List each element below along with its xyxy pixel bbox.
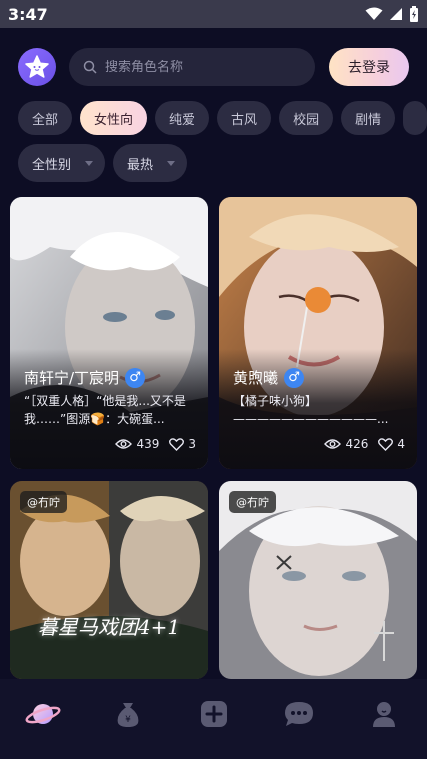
character-description: 【橘子味小狗】 ————————————... — [233, 394, 389, 426]
search-icon — [83, 60, 97, 74]
bottom-nav: ¥ — [0, 679, 427, 759]
tab-all[interactable]: 全部 — [18, 101, 73, 135]
signal-icon — [390, 8, 402, 20]
star-icon — [25, 55, 49, 78]
like-count-value: 3 — [188, 437, 196, 451]
nav-create[interactable] — [171, 679, 256, 759]
sort-filter-label: 最热 — [127, 157, 154, 173]
status-bar: 3:47 — [0, 0, 427, 28]
card-title-art: 暮星马戏团4+1 — [37, 615, 181, 639]
view-count: 426 — [324, 437, 368, 451]
status-icons — [365, 6, 419, 22]
chat-bubble-icon — [284, 702, 313, 726]
character-name: 南轩宁/丁宸明 — [24, 369, 120, 387]
view-count: 439 — [115, 437, 159, 451]
battery-icon — [410, 6, 418, 22]
heart-icon — [378, 437, 394, 451]
nav-wallet[interactable]: ¥ — [85, 679, 170, 759]
character-card[interactable]: 南轩宁/丁宸明 ♂ “［双重人格］“他是我...又不是我……”图源🍞：大碗蛋..… — [10, 197, 208, 469]
character-card[interactable]: 黄煦曦 ♂ 【橘子味小狗】 ————————————... 426 4 — [219, 197, 417, 469]
author-tag: @冇咛 — [229, 491, 276, 513]
eye-icon — [324, 439, 342, 449]
male-icon: ♂ — [125, 367, 146, 388]
tab-story[interactable]: 剧情 — [341, 101, 396, 135]
tab-pure-love[interactable]: 纯爱 — [155, 101, 210, 135]
like-count-value: 4 — [397, 437, 405, 451]
wifi-icon — [365, 7, 383, 20]
search-input[interactable] — [105, 59, 301, 75]
card-stats: 439 3 — [115, 437, 196, 451]
card-stats: 426 4 — [324, 437, 405, 451]
gender-filter-label: 全性别 — [32, 157, 72, 173]
like-count[interactable]: 4 — [378, 437, 405, 451]
chevron-down-icon — [85, 160, 94, 166]
view-count-value: 439 — [136, 437, 160, 451]
gender-filter-dropdown[interactable]: 全性别 — [18, 144, 106, 182]
like-count[interactable]: 3 — [169, 437, 196, 451]
character-name: 黄煦曦 — [233, 369, 279, 387]
character-card[interactable]: @冇咛 — [219, 481, 417, 679]
profile-icon — [373, 702, 396, 727]
category-tabs: 全部 女性向 纯爱 古风 校园 剧情 — [0, 101, 427, 135]
status-time: 3:47 — [8, 4, 48, 24]
login-button[interactable]: 去登录 — [329, 48, 409, 86]
filter-row: 全性别 最热 — [0, 144, 427, 182]
svg-text:¥: ¥ — [125, 715, 131, 725]
eye-icon — [115, 439, 133, 449]
header: 去登录 — [0, 47, 427, 87]
plus-square-icon — [200, 701, 227, 727]
card-name: 南轩宁/丁宸明 ♂ — [24, 367, 146, 388]
male-icon: ♂ — [284, 367, 305, 388]
tab-more[interactable] — [403, 101, 427, 135]
nav-profile[interactable] — [342, 679, 427, 759]
tab-female-oriented[interactable]: 女性向 — [80, 101, 148, 135]
nav-discover[interactable] — [0, 679, 85, 759]
app-logo[interactable] — [18, 48, 56, 86]
chevron-down-icon — [167, 160, 176, 166]
heart-icon — [169, 437, 185, 451]
character-description: “［双重人格］“他是我...又不是我……”图源🍞：大碗蛋... — [24, 394, 186, 426]
card-name: 黄煦曦 ♂ — [233, 367, 305, 388]
planet-icon — [25, 704, 61, 724]
view-count-value: 426 — [345, 437, 369, 451]
tab-campus[interactable]: 校园 — [279, 101, 334, 135]
sort-filter-dropdown[interactable]: 最热 — [113, 144, 188, 182]
author-tag: @冇咛 — [20, 491, 67, 513]
character-card[interactable]: @冇咛 暮星马戏团4+1 — [10, 481, 208, 679]
money-bag-icon: ¥ — [117, 703, 139, 727]
search-bar[interactable] — [69, 48, 315, 86]
nav-messages[interactable] — [256, 679, 341, 759]
tab-ancient-style[interactable]: 古风 — [217, 101, 272, 135]
